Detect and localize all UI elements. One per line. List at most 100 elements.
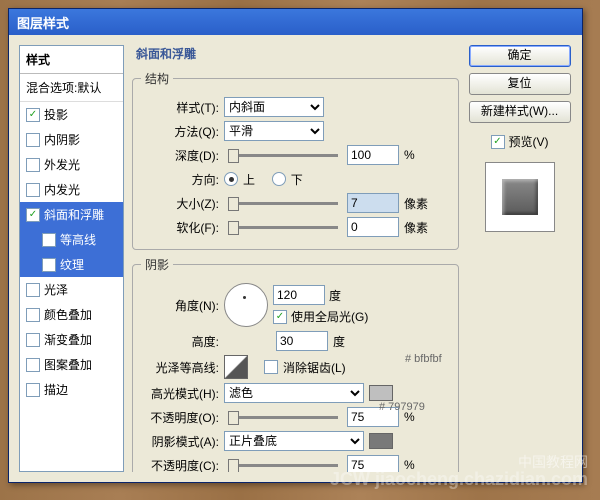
style-item-checkbox[interactable]	[42, 258, 56, 272]
style-item-label: 等高线	[60, 231, 96, 248]
global-light-label: 使用全局光(G)	[291, 308, 368, 325]
style-item-label: 图案叠加	[44, 356, 92, 373]
style-select[interactable]: 内斜面	[224, 97, 324, 117]
style-item-checkbox[interactable]	[26, 183, 40, 197]
gloss-contour-picker[interactable]	[224, 355, 248, 379]
soften-slider[interactable]	[228, 226, 338, 229]
shadow-mode-label: 阴影模式(A):	[141, 433, 219, 450]
titlebar: 图层样式	[9, 9, 582, 35]
style-item-checkbox[interactable]	[26, 108, 40, 122]
shadow-color-swatch[interactable]	[369, 433, 393, 449]
style-item-label: 外发光	[44, 156, 80, 173]
new-style-button[interactable]: 新建样式(W)...	[469, 101, 571, 123]
style-item-label: 斜面和浮雕	[44, 206, 104, 223]
style-item-label: 内发光	[44, 181, 80, 198]
reset-button[interactable]: 复位	[469, 73, 571, 95]
layer-style-dialog: 图层样式 样式 混合选项:默认 投影内阴影外发光内发光斜面和浮雕等高线纹理光泽颜…	[8, 8, 583, 483]
highlight-opacity-slider[interactable]	[228, 416, 338, 419]
style-item-checkbox[interactable]	[26, 133, 40, 147]
direction-up-label: 上	[243, 171, 255, 188]
style-item-checkbox[interactable]	[26, 158, 40, 172]
depth-label: 深度(D):	[141, 147, 219, 164]
preview-checkbox[interactable]	[491, 135, 505, 149]
style-item-4[interactable]: 斜面和浮雕	[20, 202, 123, 227]
style-item-0[interactable]: 投影	[20, 102, 123, 127]
altitude-unit: 度	[333, 333, 345, 350]
style-item-10[interactable]: 图案叠加	[20, 352, 123, 377]
angle-input[interactable]	[273, 285, 325, 305]
style-item-3[interactable]: 内发光	[20, 177, 123, 202]
style-item-checkbox[interactable]	[26, 308, 40, 322]
soften-unit: 像素	[404, 219, 428, 236]
preview-label: 预览(V)	[509, 133, 549, 150]
style-item-checkbox[interactable]	[42, 233, 56, 247]
soften-input[interactable]	[347, 217, 399, 237]
window-title: 图层样式	[17, 13, 69, 32]
style-item-label: 渐变叠加	[44, 331, 92, 348]
style-item-checkbox[interactable]	[26, 208, 40, 222]
panel-title: 斜面和浮雕	[136, 45, 459, 62]
style-item-label: 颜色叠加	[44, 306, 92, 323]
shadow-mode-select[interactable]: 正片叠底	[224, 431, 364, 451]
highlight-mode-select[interactable]: 滤色	[224, 383, 364, 403]
style-item-9[interactable]: 渐变叠加	[20, 327, 123, 352]
annotation-shadow-color: # 797979	[379, 401, 425, 413]
direction-label: 方向:	[141, 171, 219, 188]
size-input[interactable]	[347, 193, 399, 213]
shadow-opacity-slider[interactable]	[228, 464, 338, 467]
angle-wheel[interactable]	[224, 283, 268, 327]
structure-legend: 结构	[141, 70, 173, 87]
highlight-mode-label: 高光模式(H):	[141, 385, 219, 402]
direction-up-radio[interactable]	[224, 172, 238, 186]
direction-down-label: 下	[291, 171, 303, 188]
global-light-checkbox[interactable]	[273, 310, 287, 324]
angle-label: 角度(N):	[141, 297, 219, 314]
preview-swatch	[502, 179, 538, 215]
style-item-checkbox[interactable]	[26, 283, 40, 297]
style-item-checkbox[interactable]	[26, 333, 40, 347]
altitude-label: 高度:	[141, 333, 219, 350]
technique-select[interactable]: 平滑	[224, 121, 324, 141]
altitude-input[interactable]	[276, 331, 328, 351]
soften-label: 软化(F):	[141, 219, 219, 236]
style-item-1[interactable]: 内阴影	[20, 127, 123, 152]
style-item-checkbox[interactable]	[26, 383, 40, 397]
style-item-11[interactable]: 描边	[20, 377, 123, 402]
watermark-en: JCW jiaocheng.chazidian.com	[330, 469, 588, 490]
structure-group: 结构 样式(T): 内斜面 方法(Q): 平滑 深度(D):% 方向: 上 下 大小(…	[132, 70, 459, 250]
style-item-checkbox[interactable]	[26, 358, 40, 372]
depth-slider[interactable]	[228, 154, 338, 157]
style-item-7[interactable]: 光泽	[20, 277, 123, 302]
depth-unit: %	[404, 148, 415, 162]
style-list-header: 样式	[20, 46, 123, 74]
shadow-opacity-label: 不透明度(C):	[141, 457, 219, 473]
ok-button[interactable]: 确定	[469, 45, 571, 67]
depth-input[interactable]	[347, 145, 399, 165]
style-item-label: 纹理	[60, 256, 84, 273]
style-item-label: 投影	[44, 106, 68, 123]
direction-down-radio[interactable]	[272, 172, 286, 186]
gloss-label: 光泽等高线:	[141, 359, 219, 376]
style-item-label: 光泽	[44, 281, 68, 298]
style-item-2[interactable]: 外发光	[20, 152, 123, 177]
highlight-color-swatch[interactable]	[369, 385, 393, 401]
style-list: 样式 混合选项:默认 投影内阴影外发光内发光斜面和浮雕等高线纹理光泽颜色叠加渐变…	[19, 45, 124, 472]
antialias-label: 消除锯齿(L)	[283, 359, 346, 376]
highlight-opacity-label: 不透明度(O):	[141, 409, 219, 426]
preview-box	[485, 162, 555, 232]
style-item-8[interactable]: 颜色叠加	[20, 302, 123, 327]
angle-unit: 度	[329, 287, 341, 304]
blend-options-item[interactable]: 混合选项:默认	[20, 74, 123, 102]
antialias-checkbox[interactable]	[264, 360, 278, 374]
style-item-6[interactable]: 纹理	[20, 252, 123, 277]
style-item-label: 内阴影	[44, 131, 80, 148]
style-label: 样式(T):	[141, 99, 219, 116]
technique-label: 方法(Q):	[141, 123, 219, 140]
size-unit: 像素	[404, 195, 428, 212]
annotation-highlight-color: # bfbfbf	[405, 353, 442, 365]
style-item-5[interactable]: 等高线	[20, 227, 123, 252]
size-label: 大小(Z):	[141, 195, 219, 212]
size-slider[interactable]	[228, 202, 338, 205]
shading-legend: 阴影	[141, 256, 173, 273]
style-item-label: 描边	[44, 381, 68, 398]
